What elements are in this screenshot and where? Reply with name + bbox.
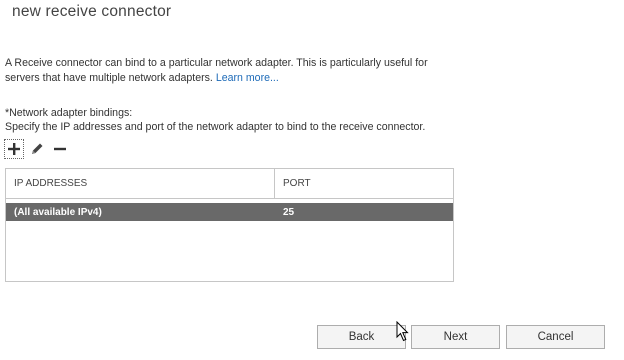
edit-binding-button[interactable] — [27, 139, 47, 159]
minus-icon — [54, 147, 66, 151]
bindings-hint: Specify the IP addresses and port of the… — [5, 121, 426, 133]
bindings-toolbar — [4, 139, 73, 159]
back-button[interactable]: Back — [317, 325, 406, 349]
port-cell: 25 — [283, 206, 295, 218]
bindings-table: IP ADDRESSES PORT (All available IPv4) 2… — [5, 168, 454, 282]
ip-address-cell: (All available IPv4) — [14, 206, 102, 218]
ip-addresses-column-header[interactable]: IP ADDRESSES — [6, 169, 275, 198]
remove-binding-button[interactable] — [50, 139, 70, 159]
port-column-header[interactable]: PORT — [275, 169, 453, 198]
table-row[interactable]: (All available IPv4) 25 — [6, 203, 453, 221]
plus-icon — [8, 143, 20, 155]
next-button[interactable]: Next — [411, 325, 500, 349]
mouse-cursor-icon — [396, 321, 409, 342]
add-binding-button[interactable] — [4, 139, 24, 159]
dialog-title: new receive connector — [12, 3, 172, 20]
pencil-icon — [32, 143, 43, 154]
table-header: IP ADDRESSES PORT — [6, 169, 453, 199]
learn-more-link[interactable]: Learn more... — [216, 72, 279, 84]
cancel-button[interactable]: Cancel — [506, 325, 605, 349]
bindings-label: *Network adapter bindings: — [5, 107, 133, 119]
connector-description: A Receive connector can bind to a partic… — [5, 56, 455, 86]
